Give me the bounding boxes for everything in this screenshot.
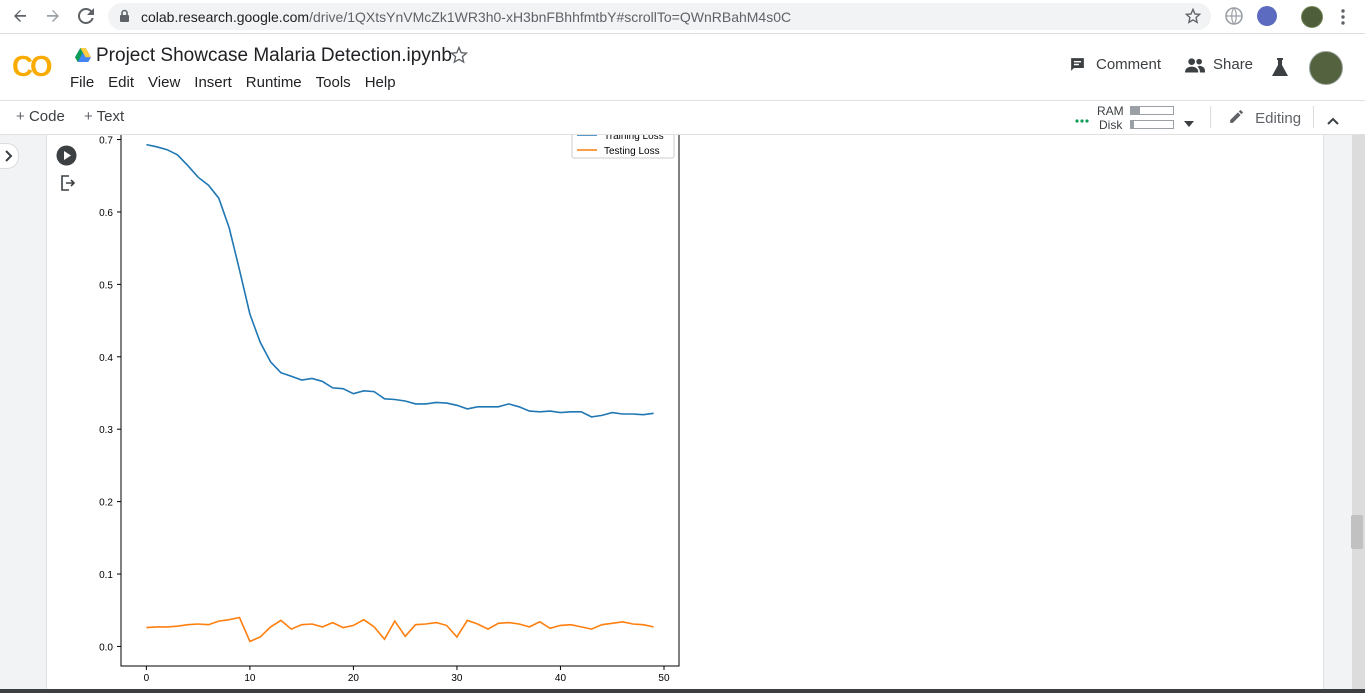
browser-toolbar: colab.research.google.com/drive/1QXtsYnV… [0, 0, 1365, 34]
divider [1210, 106, 1211, 128]
y-tick-label: 0.7 [99, 136, 113, 147]
colab-header: CO Project Showcase Malaria Detection.ip… [0, 34, 1365, 101]
drive-icon [75, 48, 91, 67]
notebook-title[interactable]: Project Showcase Malaria Detection.ipynb [96, 45, 452, 67]
back-icon[interactable] [9, 5, 31, 27]
menu-help[interactable]: Help [365, 74, 396, 91]
reload-icon[interactable] [75, 5, 97, 27]
add-code-button[interactable]: + Code [16, 108, 65, 125]
x-tick-label: 30 [451, 673, 463, 684]
avatar[interactable] [1309, 51, 1343, 85]
ram-bar [1130, 106, 1174, 115]
page-scrollbar-thumb[interactable] [1351, 515, 1363, 549]
ram-label: RAM [1097, 104, 1124, 118]
menu-file[interactable]: File [70, 74, 94, 91]
address-bar[interactable]: colab.research.google.com/drive/1QXtsYnV… [108, 3, 1211, 30]
comment-icon [1069, 56, 1086, 73]
extension-icon[interactable] [1257, 6, 1277, 26]
plus-icon: + [16, 108, 25, 125]
globe-icon[interactable] [1224, 6, 1244, 26]
output-menu-icon[interactable] [60, 175, 76, 196]
ram-bar-fill [1131, 107, 1141, 114]
pencil-icon [1228, 108, 1245, 129]
share-label: Share [1213, 56, 1254, 73]
loss-chart: 0.0 0.1 0.2 0.3 0.4 0.5 0.6 0.7 0 10 20 30 40 50 Train… [99, 135, 680, 684]
colab-logo[interactable]: CO [12, 51, 52, 84]
lock-icon [119, 9, 130, 28]
forward-icon[interactable] [42, 5, 64, 27]
menu-edit[interactable]: Edit [108, 74, 134, 91]
run-cell-icon[interactable] [56, 145, 77, 171]
x-tick-label: 20 [348, 673, 360, 684]
flask-icon[interactable] [1272, 58, 1288, 81]
chevron-up-icon[interactable] [1327, 112, 1339, 130]
menu-insert[interactable]: Insert [194, 74, 232, 91]
share-button[interactable]: Share [1185, 56, 1253, 73]
comment-label: Comment [1096, 56, 1162, 73]
x-tick-label: 10 [244, 673, 256, 684]
y-tick-label: 0.1 [99, 570, 113, 581]
disk-label: Disk [1099, 118, 1123, 132]
y-tick-label: 0.0 [99, 642, 113, 653]
y-tick-label: 0.4 [99, 353, 113, 364]
y-tick-label: 0.3 [99, 425, 113, 436]
disk-bar-fill [1131, 121, 1135, 128]
y-tick-label: 0.6 [99, 208, 113, 219]
star-icon[interactable] [1184, 7, 1202, 29]
notebook-area: 0.0 0.1 0.2 0.3 0.4 0.5 0.6 0.7 0 10 20 30 40 50 Train… [0, 135, 1365, 693]
x-tick-label: 50 [658, 673, 670, 684]
kebab-menu-icon[interactable] [1338, 8, 1348, 31]
plus-icon: + [84, 108, 93, 125]
cell-scrollbar[interactable] [1352, 135, 1365, 693]
x-tick-label: 0 [144, 673, 150, 684]
resource-monitor[interactable]: RAM Disk [1097, 104, 1124, 132]
url-text: colab.research.google.com/drive/1QXtsYnV… [141, 9, 792, 25]
menu-view[interactable]: View [148, 74, 180, 91]
legend-label: Training Loss [604, 135, 664, 142]
divider [1313, 106, 1314, 128]
editing-label: Editing [1255, 110, 1302, 127]
menu-runtime[interactable]: Runtime [246, 74, 302, 91]
notebook-toolbar: + Code + Text RAM Disk Editing [0, 101, 1365, 135]
side-panel-toggle[interactable] [0, 143, 19, 169]
people-icon [1185, 57, 1205, 73]
connected-indicator-icon [1075, 111, 1089, 129]
chevron-down-icon[interactable] [1184, 114, 1194, 132]
star-icon[interactable] [449, 45, 469, 69]
y-tick-label: 0.2 [99, 498, 113, 509]
legend-label: Testing Loss [604, 146, 660, 157]
output-cell: 0.0 0.1 0.2 0.3 0.4 0.5 0.6 0.7 0 10 20 30 40 50 Train… [46, 135, 1365, 693]
add-text-button[interactable]: + Text [84, 108, 124, 125]
disk-bar [1130, 120, 1174, 129]
menu-bar: File Edit View Insert Runtime Tools Help [70, 74, 410, 91]
taskbar-edge [0, 689, 1365, 693]
add-code-label: Code [28, 108, 65, 125]
editing-mode-button[interactable]: Editing [1228, 108, 1301, 129]
x-tick-label: 40 [555, 673, 567, 684]
y-tick-label: 0.5 [99, 280, 113, 291]
profile-avatar[interactable] [1301, 6, 1323, 28]
comment-button[interactable]: Comment [1069, 56, 1161, 73]
menu-tools[interactable]: Tools [316, 74, 351, 91]
add-text-label: Text [96, 108, 125, 125]
